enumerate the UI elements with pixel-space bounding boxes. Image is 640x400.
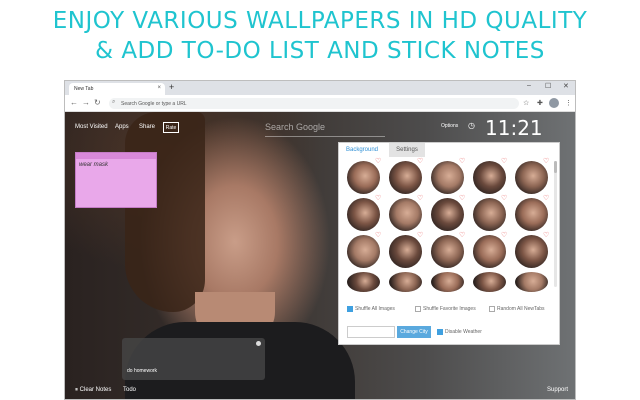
maximize-icon[interactable]: ☐ bbox=[545, 82, 551, 90]
wallpaper-thumbnail[interactable] bbox=[347, 198, 380, 231]
disable-weather-checkbox[interactable] bbox=[437, 329, 443, 335]
city-input[interactable] bbox=[347, 326, 395, 338]
menu-icon[interactable]: ⋮ bbox=[565, 99, 572, 107]
wallpaper-thumbnail[interactable] bbox=[473, 272, 506, 292]
favorite-heart-icon[interactable]: ♡ bbox=[501, 231, 507, 239]
wallpaper-thumbnail[interactable] bbox=[473, 198, 506, 231]
share-link[interactable]: Share bbox=[139, 124, 155, 130]
new-tab-icon[interactable]: + bbox=[169, 82, 174, 92]
reload-icon[interactable]: ↻ bbox=[94, 98, 101, 107]
scrollbar-thumb[interactable] bbox=[554, 161, 557, 173]
shuffle-favorite-label: Shuffle Favorite Images bbox=[423, 306, 476, 312]
forward-icon[interactable]: → bbox=[82, 98, 90, 107]
favorite-heart-icon[interactable]: ♡ bbox=[459, 194, 465, 202]
address-bar-placeholder: Search Google or type a URL bbox=[121, 101, 187, 107]
todo-button[interactable]: Todo bbox=[123, 387, 136, 393]
options-link[interactable]: Options bbox=[441, 123, 458, 129]
browser-window: New Tab × + – ☐ ✕ ← → ↻ ⌕ Search Google … bbox=[64, 80, 576, 400]
rate-button[interactable]: Rate bbox=[163, 122, 179, 133]
most-visited-link[interactable]: Most Visited bbox=[75, 124, 108, 130]
disable-weather-label: Disable Weather bbox=[445, 329, 482, 335]
wallpaper-thumbnail[interactable] bbox=[515, 235, 548, 268]
wallpaper-thumbnail[interactable] bbox=[431, 272, 464, 292]
headline-line-2: & ADD TO-DO LIST AND STICK NOTES bbox=[95, 38, 545, 64]
wallpaper-thumbnail[interactable] bbox=[431, 198, 464, 231]
wallpaper-thumbnail[interactable] bbox=[515, 272, 548, 292]
random-newtabs-checkbox[interactable] bbox=[489, 306, 495, 312]
support-link[interactable]: Support bbox=[547, 387, 568, 393]
favorite-heart-icon[interactable]: ♡ bbox=[501, 157, 507, 165]
wallpaper-thumbnail[interactable] bbox=[347, 272, 380, 292]
shuffle-favorite-checkbox[interactable] bbox=[415, 306, 421, 312]
wallpaper-hair bbox=[125, 112, 205, 312]
favorite-heart-icon[interactable]: ♡ bbox=[375, 157, 381, 165]
wallpaper-thumbnail[interactable] bbox=[431, 161, 464, 194]
random-newtabs-label: Random All NewTabs bbox=[497, 306, 545, 312]
wallpaper-thumbnail[interactable] bbox=[347, 235, 380, 268]
wallpaper-thumbnail[interactable] bbox=[389, 272, 422, 292]
puzzle-icon[interactable]: ✚ bbox=[537, 99, 543, 107]
shuffle-all-label: Shuffle All Images bbox=[355, 306, 395, 312]
tab-background[interactable]: Background bbox=[339, 143, 385, 157]
favorite-heart-icon[interactable]: ♡ bbox=[375, 231, 381, 239]
clock: 11:21 bbox=[485, 116, 543, 140]
wallpaper-thumbnail[interactable] bbox=[515, 198, 548, 231]
search-icon: ⌕ bbox=[112, 99, 116, 105]
shuffle-all-checkbox[interactable] bbox=[347, 306, 353, 312]
wallpaper-thumbnail[interactable] bbox=[389, 161, 422, 194]
clock-icon: ◷ bbox=[468, 121, 475, 130]
favorite-heart-icon[interactable]: ♡ bbox=[501, 194, 507, 202]
search-input[interactable]: Search Google bbox=[265, 122, 325, 132]
clear-notes-button[interactable]: ⏸ Clear Notes bbox=[75, 387, 111, 394]
favorite-heart-icon[interactable]: ♡ bbox=[543, 157, 549, 165]
new-tab-page: Most Visited Apps Share Rate Search Goog… bbox=[65, 112, 575, 399]
wallpaper-thumbnail[interactable] bbox=[473, 235, 506, 268]
tab-new-tab[interactable]: New Tab × bbox=[69, 83, 165, 95]
favorite-heart-icon[interactable]: ♡ bbox=[543, 194, 549, 202]
options-panel: Background Settings ♡ ♡ ♡ ♡ ♡ ♡ ♡ ♡ ♡ ♡ ♡ ♡ ♡ ♡ ♡ Shuf… bbox=[338, 142, 560, 345]
favorite-heart-icon[interactable]: ♡ bbox=[417, 194, 423, 202]
tab-settings[interactable]: Settings bbox=[389, 143, 425, 157]
sticky-note[interactable]: wear mask bbox=[75, 152, 157, 208]
tab-bar: New Tab × + – ☐ ✕ bbox=[65, 81, 575, 95]
avatar[interactable] bbox=[549, 98, 559, 108]
close-window-icon[interactable]: ✕ bbox=[563, 82, 569, 90]
todo-box[interactable]: do homework bbox=[122, 338, 265, 380]
panel-scrollbar[interactable] bbox=[554, 161, 557, 287]
minimize-icon[interactable]: – bbox=[527, 82, 531, 89]
favorite-heart-icon[interactable]: ♡ bbox=[543, 231, 549, 239]
star-icon[interactable]: ☆ bbox=[523, 99, 529, 107]
browser-toolbar: ← → ↻ ⌕ Search Google or type a URL ☆ ✚ … bbox=[65, 95, 575, 112]
change-city-button[interactable]: Change City bbox=[397, 326, 431, 338]
favorite-heart-icon[interactable]: ♡ bbox=[459, 157, 465, 165]
favorite-heart-icon[interactable]: ♡ bbox=[375, 194, 381, 202]
headline-line-1: ENJOY VARIOUS WALLPAPERS IN HD QUALITY bbox=[52, 8, 588, 34]
todo-handle-icon[interactable] bbox=[256, 341, 261, 346]
tab-close-icon[interactable]: × bbox=[157, 85, 161, 91]
apps-link[interactable]: Apps bbox=[115, 124, 129, 130]
wallpaper-thumbnail[interactable] bbox=[431, 235, 464, 268]
favorite-heart-icon[interactable]: ♡ bbox=[417, 231, 423, 239]
search-underline bbox=[265, 136, 385, 137]
favorite-heart-icon[interactable]: ♡ bbox=[417, 157, 423, 165]
favorite-heart-icon[interactable]: ♡ bbox=[459, 231, 465, 239]
tab-title: New Tab bbox=[74, 86, 94, 92]
wallpaper-thumbnail[interactable] bbox=[473, 161, 506, 194]
todo-item[interactable]: do homework bbox=[127, 368, 157, 374]
wallpaper-thumbnail[interactable] bbox=[389, 198, 422, 231]
wallpaper-thumbnail[interactable] bbox=[347, 161, 380, 194]
wallpaper-thumbnail[interactable] bbox=[515, 161, 548, 194]
sticky-note-text[interactable]: wear mask bbox=[76, 159, 156, 171]
wallpaper-thumbnail[interactable] bbox=[389, 235, 422, 268]
back-icon[interactable]: ← bbox=[70, 98, 78, 107]
address-bar[interactable]: ⌕ Search Google or type a URL bbox=[109, 98, 519, 109]
